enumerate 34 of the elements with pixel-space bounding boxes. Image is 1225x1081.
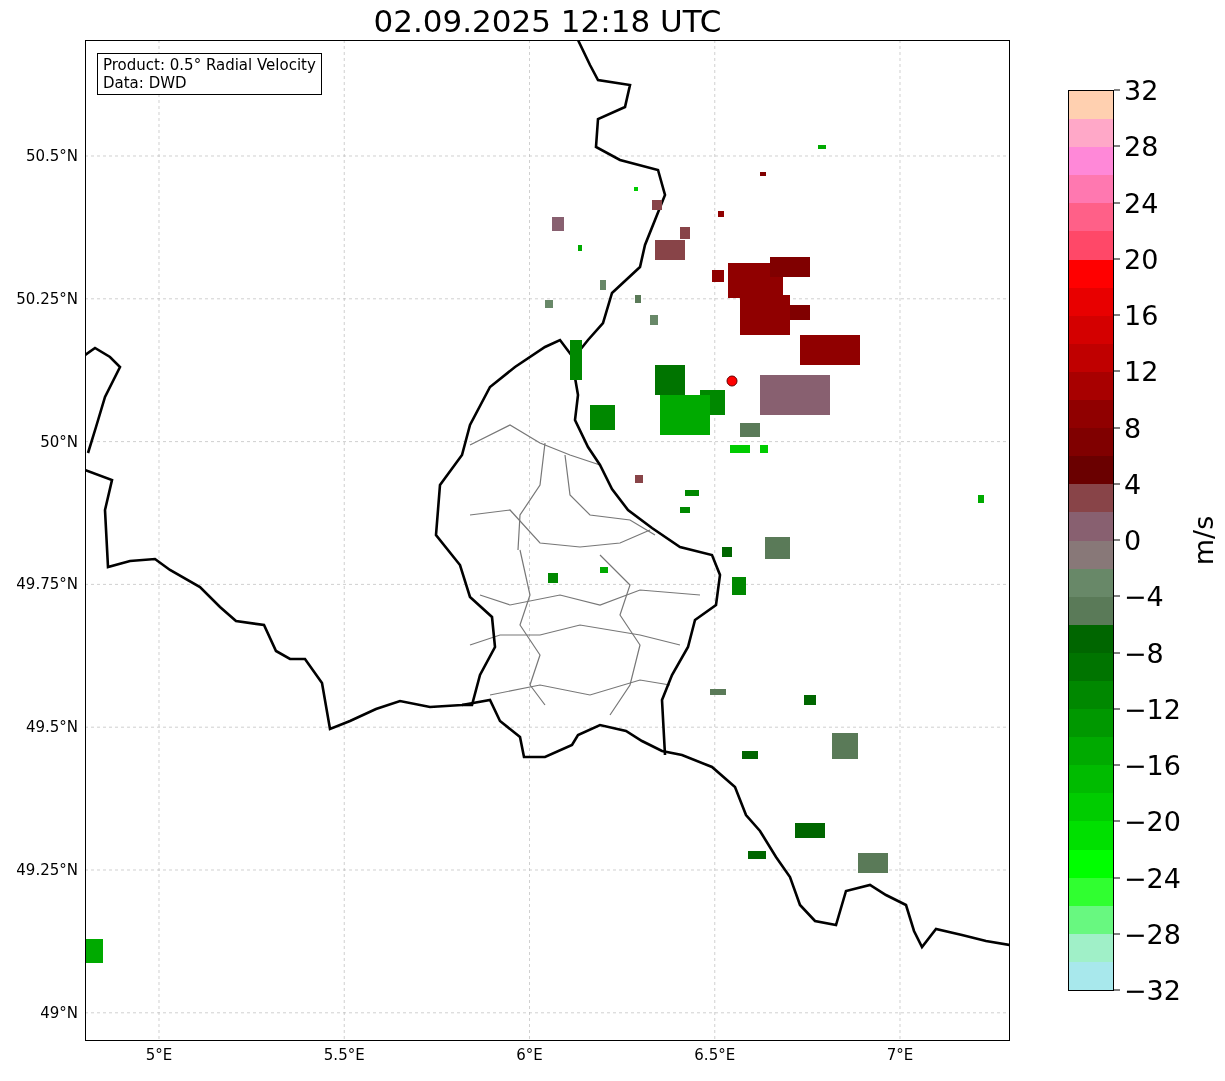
colorbar-tick-label: −28 xyxy=(1114,918,1181,950)
latitude-label: 49.5°N xyxy=(25,718,78,737)
latitude-label: 50.5°N xyxy=(25,147,78,165)
colorbar-tick-label: −32 xyxy=(1114,974,1181,1006)
longitude-label: 6°E xyxy=(516,1046,543,1064)
longitude-label: 7°E xyxy=(886,1046,914,1064)
colorbar-tick-label: −4 xyxy=(1114,580,1164,612)
colorbar-tick-label: 4 xyxy=(1114,468,1142,500)
info-text: Data: DWD xyxy=(103,74,188,92)
latitude-label: 50.25°N xyxy=(16,289,78,308)
colorbar-tick-label: 24 xyxy=(1114,187,1159,218)
colorbar-tick-label: −8 xyxy=(1114,637,1164,668)
longitude-label: 6.5°E xyxy=(694,1046,736,1064)
colorbar-tick-label: 8 xyxy=(1114,412,1142,443)
colorbar-tick-label: −16 xyxy=(1114,749,1181,781)
latitude-label: 49.75°N xyxy=(16,575,78,594)
colorbar-tick-label: −20 xyxy=(1114,805,1181,837)
colorbar-tick-label: 16 xyxy=(1114,299,1159,331)
colorbar-tick-label: −12 xyxy=(1114,693,1181,725)
latitude-label: 49.25°N xyxy=(16,861,78,879)
chart-title: 02.09.2025 12:18 UTC xyxy=(373,2,722,40)
info-text: Product: 0.5° Radial Velocity xyxy=(103,56,316,74)
colorbar-tick-label: 28 xyxy=(1114,130,1159,162)
latitude-label: 49°N xyxy=(40,1003,78,1022)
colorbar-tick-label: 12 xyxy=(1114,355,1159,387)
colorbar-tick-label: 20 xyxy=(1114,243,1159,275)
colorbar-tick-label: −24 xyxy=(1114,862,1181,893)
radar-site-marker xyxy=(726,375,738,387)
longitude-label: 5°E xyxy=(145,1046,173,1064)
colorbar-label: m/s xyxy=(1188,515,1220,566)
longitude-label: 5.5°E xyxy=(323,1046,365,1064)
colorbar-tick-label: 0 xyxy=(1114,524,1142,556)
latitude-label: 50°N xyxy=(40,432,78,451)
colorbar-tick-label: 32 xyxy=(1114,74,1159,106)
